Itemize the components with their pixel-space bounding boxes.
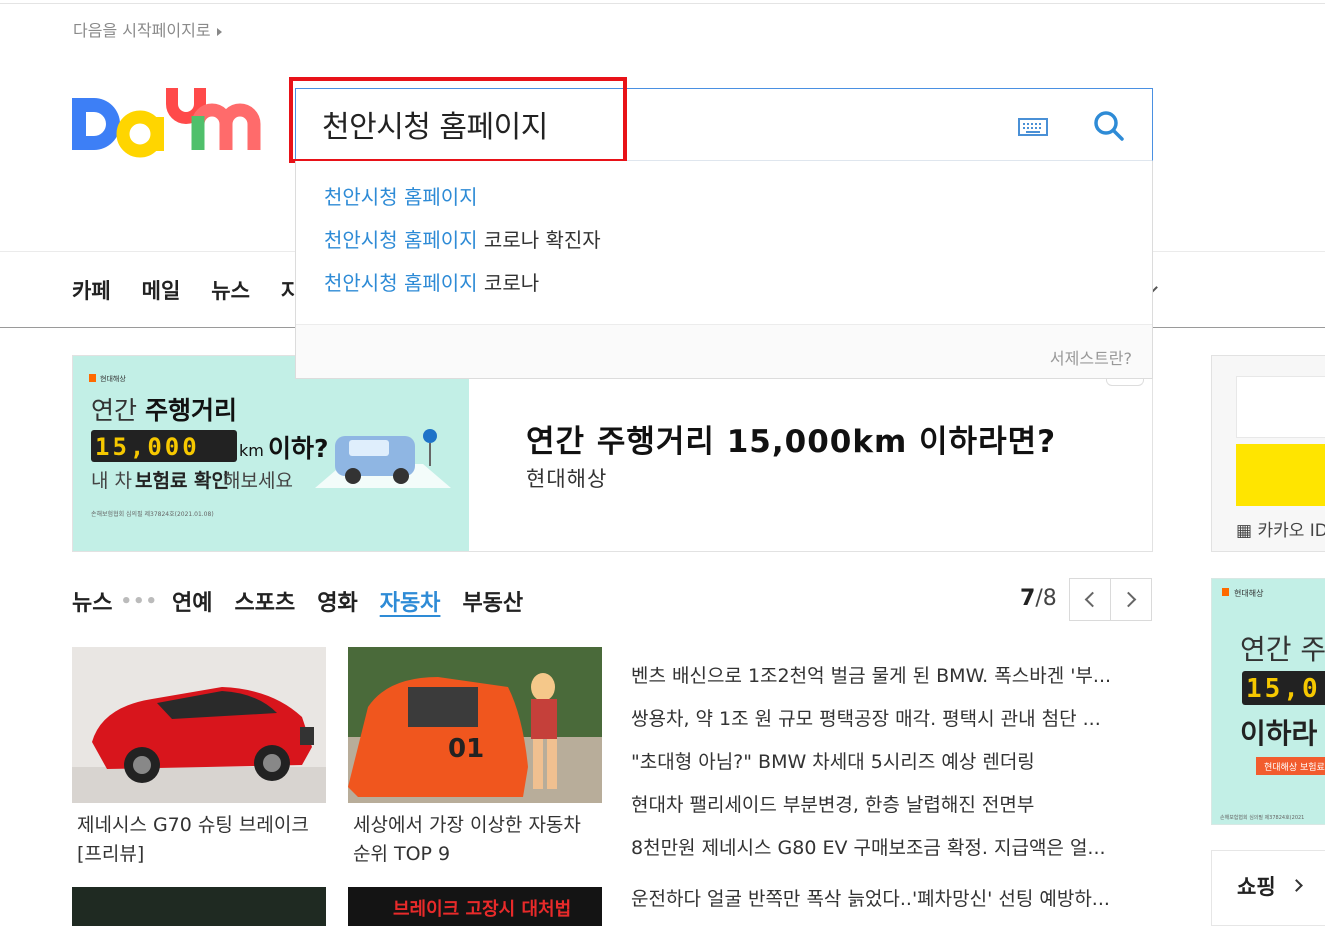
suggestion-match: 천안시청 홈페이지 — [324, 185, 478, 209]
tab-entertainment[interactable]: 연예 — [172, 585, 212, 617]
ad-img-suffix: 이하? — [268, 434, 329, 463]
kakao-login-button[interactable] — [1236, 444, 1325, 506]
news-card[interactable]: 01 세상에서 가장 이상한 자동차 순위 TOP 9 — [348, 647, 602, 869]
suggestion-rest: 코로나 확진자 — [477, 228, 601, 252]
chevron-right-icon — [1120, 591, 1137, 608]
side-ad[interactable]: 현대해상 연간 주 15,0 이하라 현대해상 보험료 손해보험협회 심의필 제… — [1211, 578, 1325, 825]
kakao-id-link[interactable]: ▦ 카카오 ID — [1236, 516, 1325, 541]
ad-img-line3a: 내 차 — [91, 470, 132, 492]
daum-logo[interactable] — [72, 86, 264, 166]
shopping-link[interactable]: 쇼핑 — [1211, 850, 1325, 926]
news-thumbnail[interactable] — [72, 647, 326, 803]
search-box — [295, 88, 1153, 161]
more-dots-icon[interactable]: ••• — [120, 591, 158, 612]
car-number: 01 — [448, 734, 484, 764]
ad-title[interactable]: 연간 주행거리 15,000km 이하라면? — [526, 416, 1056, 461]
suggestion-match: 천안시청 홈페이지 — [324, 228, 478, 252]
login-box[interactable] — [1236, 376, 1325, 438]
thumb-text: 브레이크 고장시 대처법 — [393, 899, 571, 920]
side-ad-line3: 이하라 — [1240, 717, 1318, 750]
side-ad-fine: 손해보험협회 심의필 제37824호(2021 — [1220, 814, 1304, 821]
ad-img-line1a: 연간 — [91, 396, 137, 425]
tab-auto[interactable]: 자동차 — [380, 585, 441, 617]
suggest-help-link[interactable]: 서제스트란? — [1050, 345, 1132, 369]
ad-img-line3b: 보험료 확인 — [135, 469, 229, 492]
keyboard-icon[interactable] — [1018, 118, 1048, 136]
shopping-label: 쇼핑 — [1237, 875, 1276, 899]
page-current: 7 — [1020, 586, 1036, 611]
suggestion-item[interactable]: 천안시청 홈페이지 코로나 확진자 — [324, 224, 601, 253]
search-suggestions: 천안시청 홈페이지 천안시청 홈페이지 코로나 확진자 천안시청 홈페이지 코로… — [295, 161, 1153, 379]
news-thumbnail[interactable] — [72, 887, 326, 926]
qr-icon: ▦ — [1236, 521, 1258, 541]
headline-item[interactable]: "초대형 아님?" BMW 차세대 5시리즈 예상 렌더링 — [631, 741, 1151, 784]
side-ad-badge: 현대해상 보험료 — [1264, 762, 1325, 773]
ad-img-line3c: 해보세요 — [223, 470, 293, 492]
side-ad-line1: 연간 주 — [1240, 633, 1325, 666]
news-thumbnail[interactable]: 브레이크 고장시 대처법 — [348, 887, 602, 926]
suggestion-match: 천안시청 홈페이지 — [324, 271, 478, 295]
page-counter: 7/8 — [1020, 586, 1057, 611]
page-total: /8 — [1035, 586, 1057, 611]
news-tabs: 뉴스 ••• 연예 스포츠 영화 자동차 부동산 — [72, 585, 545, 617]
suggestion-footer: 서제스트란? — [296, 324, 1152, 378]
ad-img-fine: 손해보험협회 심의필 제37824호(2021.01.08) — [91, 510, 214, 518]
side-ad-brand: 현대해상 — [1234, 588, 1264, 598]
suggestion-item[interactable]: 천안시청 홈페이지 — [324, 181, 478, 210]
ad-brand-small: 현대해상 — [100, 374, 126, 383]
suggestion-rest: 코로나 — [477, 271, 540, 295]
tab-movie[interactable]: 영화 — [317, 585, 357, 617]
nav-item-mail[interactable]: 메일 — [142, 275, 181, 305]
chevron-right-icon — [1290, 879, 1303, 892]
headline-item[interactable]: 운전하다 얼굴 반쪽만 폭삭 늙었다..'폐차망신' 선팅 예방하... — [631, 884, 1110, 911]
start-page-label: 다음을 시작페이지로 — [73, 21, 211, 40]
search-icon[interactable] — [1092, 109, 1126, 143]
next-button[interactable] — [1110, 578, 1152, 621]
news-thumbnail[interactable]: 01 — [348, 647, 602, 803]
main-nav: 카페 메일 뉴스 지 — [72, 275, 331, 305]
login-panel: ▦ 카카오 ID — [1211, 355, 1325, 552]
tab-sports[interactable]: 스포츠 — [234, 585, 295, 617]
ad-image[interactable]: 현대해상 연간 주행거리 15,000 km 이하? 내 차 보험료 확인 해보… — [73, 356, 469, 551]
kakao-label: 카카오 ID — [1257, 521, 1325, 541]
headline-item[interactable]: 쌍용차, 약 1조 원 규모 평택공장 매각. 평택시 관내 첨단 ... — [631, 698, 1151, 741]
top-border — [0, 0, 1325, 4]
headline-item[interactable]: 8천만원 제네시스 G80 EV 구매보조금 확정. 지급액은 얼... — [631, 827, 1151, 870]
logo-m — [191, 103, 261, 150]
ad-advertiser[interactable]: 현대해상 — [526, 463, 607, 493]
search-input[interactable] — [322, 104, 962, 144]
headline-list: 벤츠 배신으로 1조2천억 벌금 물게 된 BMW. 폭스바겐 '부... 쌍용… — [631, 655, 1151, 870]
arrow-right-icon — [216, 27, 222, 36]
ad-img-unit: km — [239, 441, 264, 460]
tab-realestate[interactable]: 부동산 — [462, 585, 523, 617]
news-caption[interactable]: 제네시스 G70 슈팅 브레이크[프리뷰] — [72, 811, 326, 869]
tab-news[interactable]: 뉴스 — [72, 585, 112, 617]
prev-button[interactable] — [1069, 578, 1111, 621]
nav-item-cafe[interactable]: 카페 — [72, 275, 111, 305]
ad-img-line1b: 주행거리 — [145, 396, 237, 425]
set-start-page-link[interactable]: 다음을 시작페이지로 — [73, 17, 222, 41]
chevron-left-icon — [1084, 591, 1101, 608]
ad-artwork: 현대해상 연간 주행거리 15,000 km 이하? 내 차 보험료 확인 해보… — [73, 356, 469, 551]
suggestion-item[interactable]: 천안시청 홈페이지 코로나 — [324, 267, 539, 296]
logo-d — [72, 98, 120, 150]
ad-banner[interactable]: 현대해상 연간 주행거리 15,000 km 이하? 내 차 보험료 확인 해보… — [72, 355, 1153, 552]
ad-img-digits: 15,000 — [95, 433, 200, 461]
headline-item[interactable]: 현대차 팰리세이드 부분변경, 한층 날렵해진 전면부 — [631, 784, 1151, 827]
side-ad-digits: 15,0 — [1246, 674, 1321, 704]
headline-item[interactable]: 벤츠 배신으로 1조2천억 벌금 물게 된 BMW. 폭스바겐 '부... — [631, 655, 1151, 698]
news-caption[interactable]: 세상에서 가장 이상한 자동차 순위 TOP 9 — [348, 811, 602, 869]
nav-item-news[interactable]: 뉴스 — [211, 275, 250, 305]
news-card[interactable]: 제네시스 G70 슈팅 브레이크[프리뷰] — [72, 647, 326, 869]
